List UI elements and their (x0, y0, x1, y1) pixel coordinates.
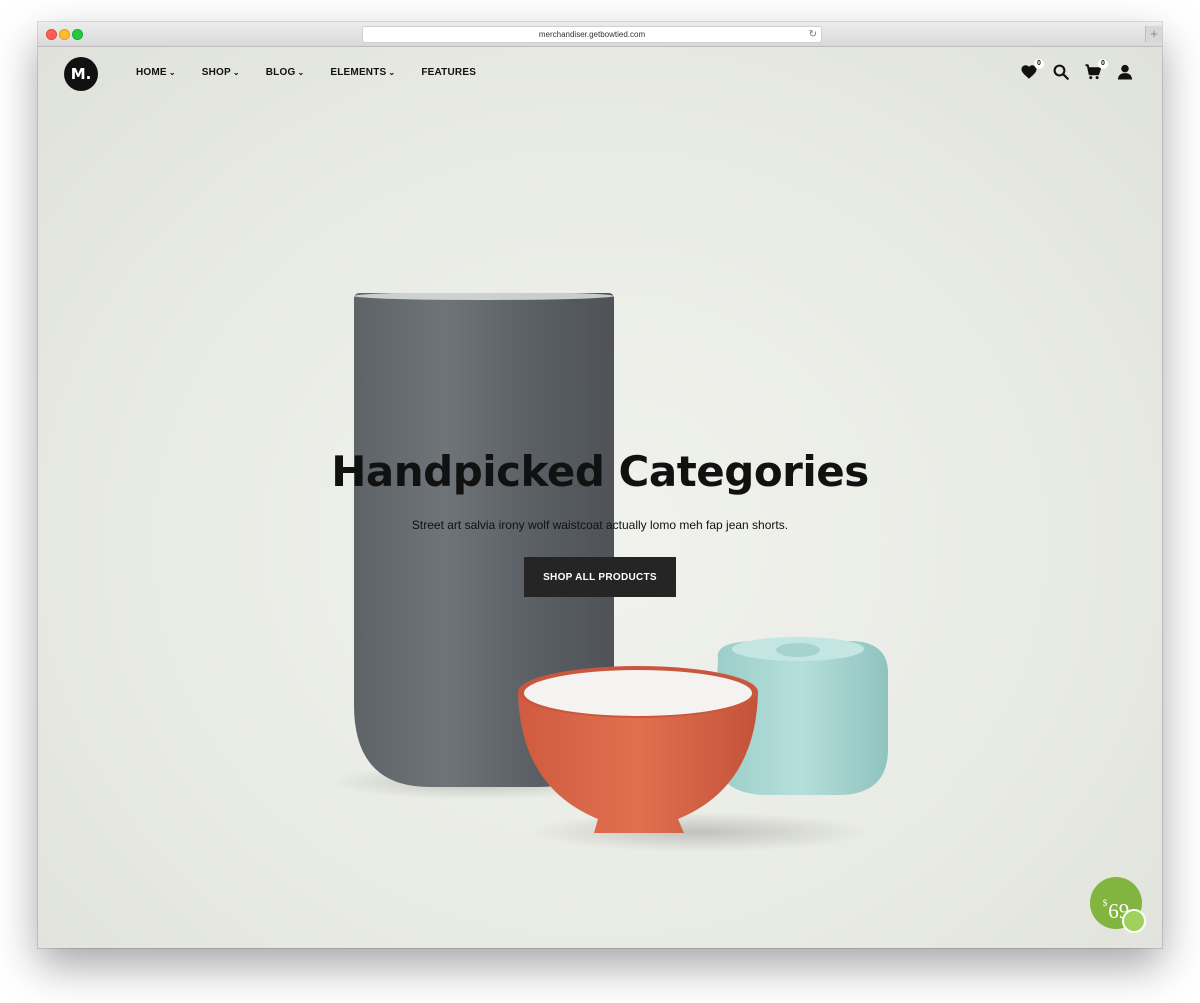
header-icons: 0 0 (1008, 59, 1136, 83)
nav-item-label: ELEMENTS (330, 67, 387, 78)
chevron-down-icon: ⌄ (388, 68, 396, 77)
close-window-icon[interactable] (46, 29, 57, 40)
wishlist-button[interactable]: 0 (1020, 59, 1044, 83)
nav-item-label: BLOG (265, 67, 296, 78)
cups-shadow (528, 812, 868, 852)
nav-item-features[interactable]: FEATURES (421, 67, 476, 78)
wishlist-count-badge: 0 (1034, 59, 1044, 69)
nav-item-label: HOME (136, 67, 167, 78)
chevron-down-icon: ⌄ (297, 68, 305, 77)
browser-titlebar: merchandiser.getbowtied.com ↻ + (38, 22, 1162, 47)
price-badge[interactable]: $69 (1090, 877, 1146, 933)
new-tab-button[interactable]: + (1145, 26, 1162, 42)
cart-count-badge: 0 (1098, 59, 1108, 69)
hero-title: Handpicked Categories (331, 447, 869, 496)
nav-item-home[interactable]: HOME ⌄ (136, 67, 176, 78)
orange-bowl-inside (524, 670, 752, 716)
shop-all-products-button[interactable]: SHOP ALL PRODUCTS (524, 557, 676, 597)
nav-item-elements[interactable]: ELEMENTS ⌄ (330, 67, 395, 78)
account-button[interactable] (1116, 63, 1136, 83)
vase-rim (354, 292, 614, 300)
nav-item-label: FEATURES (421, 67, 477, 78)
cart-button[interactable]: 0 (1084, 59, 1108, 83)
chevron-down-icon: ⌄ (168, 68, 176, 77)
nav-item-label: SHOP (201, 67, 231, 78)
teal-cup-hole (776, 643, 820, 657)
address-bar-url: merchandiser.getbowtied.com (538, 30, 646, 39)
hero-product-image (328, 292, 889, 852)
hero-subtitle: Street art salvia irony wolf waistcoat a… (411, 518, 789, 532)
minimize-window-icon[interactable] (59, 29, 70, 40)
page-viewport: M. HOME ⌄ SHOP ⌄ BLOG ⌄ ELEMENTS ⌄ FEATURES … (38, 47, 1162, 948)
user-icon (1117, 64, 1133, 80)
main-nav: HOME ⌄ SHOP ⌄ BLOG ⌄ ELEMENTS ⌄ FEATURES (136, 67, 502, 78)
browser-window: merchandiser.getbowtied.com ↻ + M. HOME … (38, 22, 1162, 948)
address-bar[interactable]: merchandiser.getbowtied.com ↻ (362, 26, 822, 43)
price-currency: $ (1102, 898, 1108, 908)
site-logo[interactable]: M. (64, 57, 98, 91)
search-icon (1053, 64, 1069, 80)
maximize-window-icon[interactable] (72, 29, 83, 40)
nav-item-shop[interactable]: SHOP ⌄ (202, 67, 240, 78)
chevron-down-icon: ⌄ (232, 68, 240, 77)
leaf-icon (1122, 909, 1146, 933)
nav-item-blog[interactable]: BLOG ⌄ (266, 67, 305, 78)
reload-icon[interactable]: ↻ (809, 27, 817, 42)
search-button[interactable] (1052, 63, 1072, 83)
